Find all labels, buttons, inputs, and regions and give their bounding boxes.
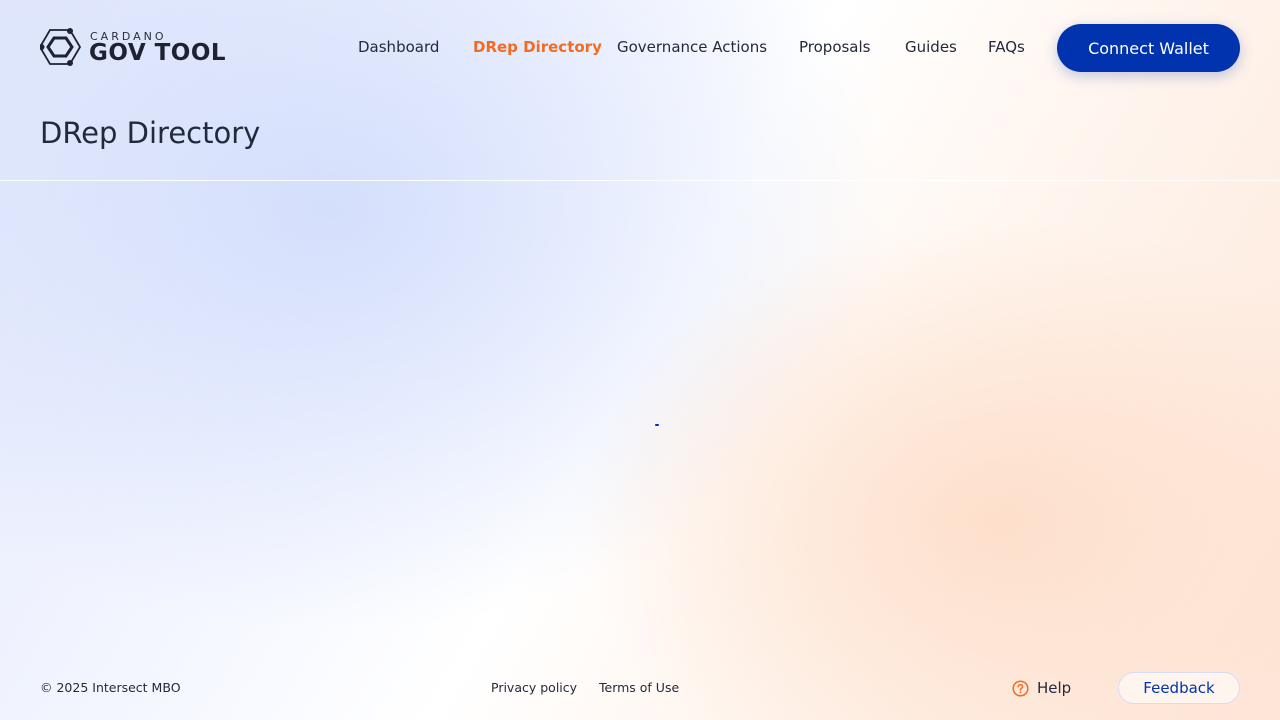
help-button[interactable]: Help: [1012, 678, 1071, 698]
page-title: DRep Directory: [40, 116, 261, 150]
header-divider: [0, 180, 1280, 181]
privacy-policy-link[interactable]: Privacy policy: [491, 680, 577, 695]
feedback-button[interactable]: Feedback: [1118, 672, 1240, 704]
terms-of-use-link[interactable]: Terms of Use: [599, 680, 679, 695]
copyright-text: © 2025 Intersect MBO: [40, 680, 181, 695]
header: CARDANO GOV TOOL Dashboard DRep Director…: [0, 0, 1280, 96]
nav-governance-actions[interactable]: Governance Actions: [617, 38, 767, 58]
logo-govtool-text: GOV TOOL: [89, 40, 227, 66]
nav-proposals[interactable]: Proposals: [799, 38, 870, 58]
hexagon-logo-icon: [40, 28, 82, 66]
nav-faqs[interactable]: FAQs: [988, 38, 1025, 58]
question-circle-icon: [1012, 679, 1029, 697]
help-label: Help: [1037, 679, 1072, 697]
nav-dashboard[interactable]: Dashboard: [358, 38, 439, 58]
spinner-icon: [655, 424, 659, 426]
logo[interactable]: CARDANO GOV TOOL: [40, 28, 226, 66]
nav-guides[interactable]: Guides: [905, 38, 957, 58]
nav-drep-directory[interactable]: DRep Directory: [473, 38, 602, 58]
connect-wallet-button[interactable]: Connect Wallet: [1057, 24, 1240, 72]
